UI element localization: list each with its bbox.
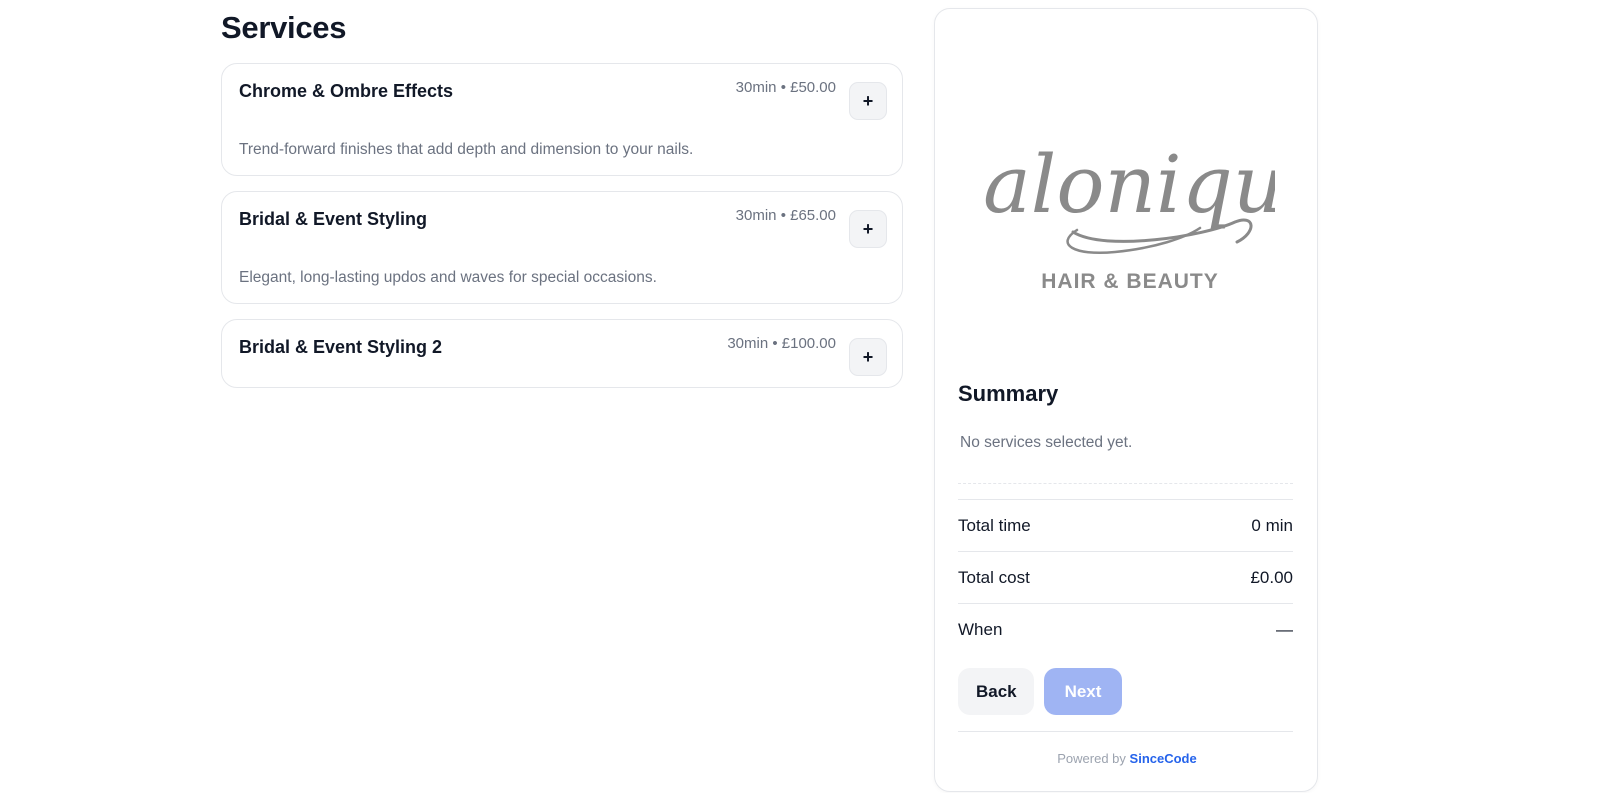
service-card: Chrome & Ombre Effects 30min • £50.00 + … [221, 63, 903, 176]
back-button[interactable]: Back [958, 668, 1034, 715]
summary-row-when: When — [958, 603, 1293, 655]
summary-panel: Salonique HAIR & BEAUTY Summary No servi… [934, 8, 1318, 792]
logo-subtitle: HAIR & BEAUTY [1041, 270, 1219, 293]
service-card: Bridal & Event Styling 2 30min • £100.00… [221, 319, 903, 388]
service-meta: 30min • £50.00 [735, 79, 836, 96]
add-service-button[interactable]: + [849, 82, 887, 120]
add-service-button[interactable]: + [849, 210, 887, 248]
summary-row-value: — [1276, 619, 1293, 639]
add-service-button[interactable]: + [849, 338, 887, 376]
nav-buttons: Back Next [958, 668, 1122, 715]
summary-row-value: 0 min [1251, 515, 1293, 535]
footer-prefix: Powered by [1057, 751, 1126, 766]
service-meta: 30min • £100.00 [727, 335, 836, 352]
service-card: Bridal & Event Styling 30min • £65.00 + … [221, 191, 903, 304]
divider [958, 731, 1293, 732]
next-button[interactable]: Next [1044, 668, 1122, 715]
summary-title: Summary [958, 381, 1059, 406]
services-section: Services Chrome & Ombre Effects 30min • … [221, 8, 903, 403]
summary-row-label: Total time [958, 515, 1031, 535]
service-description: Elegant, long-lasting updos and waves fo… [239, 269, 657, 286]
sincecode-link[interactable]: SinceCode [1130, 751, 1197, 766]
summary-empty-text: No services selected yet. [960, 434, 1133, 451]
booking-page: Services Chrome & Ombre Effects 30min • … [0, 0, 1600, 793]
summary-row-total-cost: Total cost £0.00 [958, 551, 1293, 603]
service-meta: 30min • £65.00 [735, 207, 836, 224]
logo-script-text: Salonique [985, 138, 1275, 231]
logo-script-wordmark: Salonique [985, 138, 1275, 254]
powered-by-footer: Powered by SinceCode [935, 751, 1319, 766]
divider [958, 483, 1293, 484]
service-description: Trend-forward finishes that add depth an… [239, 141, 694, 158]
summary-row-label: Total cost [958, 567, 1030, 587]
summary-row-value: £0.00 [1250, 567, 1293, 587]
summary-row-label: When [958, 619, 1003, 639]
salon-logo: Salonique HAIR & BEAUTY [985, 124, 1275, 294]
summary-row-total-time: Total time 0 min [958, 499, 1293, 551]
services-title: Services [221, 10, 347, 45]
